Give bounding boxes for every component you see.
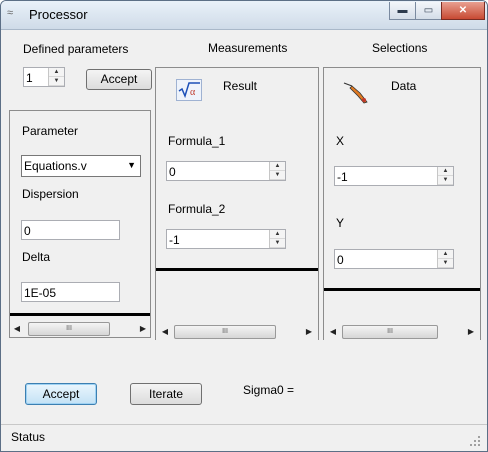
selections-panel: Data X -1 ▲ ▼ Y 0 ▲ ▼ ◀ III ▶ xyxy=(323,67,481,340)
app-icon: ≈ xyxy=(7,7,14,19)
y-label: Y xyxy=(336,216,345,230)
eyedropper-icon xyxy=(343,82,368,104)
spin-up-icon[interactable]: ▲ xyxy=(438,250,453,259)
resize-grip-icon[interactable] xyxy=(469,435,481,447)
processor-window: ≈ Processor ▬ ▭ ✕ Defined parameters Mea… xyxy=(0,0,488,452)
status-text: Status xyxy=(11,430,46,444)
accept-button[interactable]: Accept xyxy=(25,383,97,405)
parameter-label: Parameter xyxy=(22,124,79,138)
spin-down-icon[interactable]: ▼ xyxy=(49,77,64,86)
spin-down-icon[interactable]: ▼ xyxy=(270,239,285,248)
scroll-left-icon[interactable]: ◀ xyxy=(10,320,24,337)
formula-2-value: -1 xyxy=(169,233,180,247)
x-stepper[interactable]: -1 ▲ ▼ xyxy=(334,166,454,186)
selections-horizontal-scrollbar[interactable]: ◀ III ▶ xyxy=(324,323,480,340)
parameter-count-value: 1 xyxy=(26,71,33,85)
parameter-select[interactable]: Equations.v ▼ xyxy=(21,155,141,177)
scroll-right-icon[interactable]: ▶ xyxy=(136,320,150,337)
spin-up-icon[interactable]: ▲ xyxy=(438,167,453,176)
defined-parameters-label: Defined parameters xyxy=(23,42,129,56)
spin-down-icon[interactable]: ▼ xyxy=(438,259,453,268)
svg-text:α: α xyxy=(190,87,196,98)
spin-up-icon[interactable]: ▲ xyxy=(270,230,285,239)
result-label: Result xyxy=(223,79,258,93)
scroll-right-icon[interactable]: ▶ xyxy=(302,323,316,340)
formula-1-value: 0 xyxy=(169,165,176,179)
formula-1-stepper[interactable]: 0 ▲ ▼ xyxy=(166,161,286,181)
spin-up-icon[interactable]: ▲ xyxy=(49,68,64,77)
x-value: -1 xyxy=(337,170,348,184)
spin-down-icon[interactable]: ▼ xyxy=(438,176,453,185)
parameter-panel: Parameter Equations.v ▼ Dispersion 0 Del… xyxy=(9,110,151,338)
sqrt-alpha-icon: α xyxy=(176,79,202,101)
parameter-count-stepper[interactable]: 1 ▲ ▼ xyxy=(23,67,65,87)
panel-divider xyxy=(10,313,150,316)
dispersion-input[interactable]: 0 xyxy=(21,220,120,240)
panel-divider xyxy=(324,288,480,291)
measurements-horizontal-scrollbar[interactable]: ◀ III ▶ xyxy=(156,323,318,340)
window-title: Processor xyxy=(29,7,88,22)
y-spin-buttons[interactable]: ▲ ▼ xyxy=(437,250,453,268)
scroll-thumb[interactable]: III xyxy=(28,322,110,336)
sigma-label: Sigma0 = xyxy=(243,383,295,397)
formula-1-spin-buttons[interactable]: ▲ ▼ xyxy=(269,162,285,180)
selections-header: Selections xyxy=(372,41,428,55)
status-bar: Status xyxy=(1,424,487,451)
data-label: Data xyxy=(391,79,417,93)
panel-divider xyxy=(156,268,318,271)
spin-up-icon[interactable]: ▲ xyxy=(270,162,285,171)
scroll-thumb[interactable]: III xyxy=(342,325,438,339)
count-spin-buttons[interactable]: ▲ ▼ xyxy=(48,68,64,86)
minimize-button[interactable]: ▬ xyxy=(389,2,416,20)
accept-parameters-button[interactable]: Accept xyxy=(86,69,152,90)
x-spin-buttons[interactable]: ▲ ▼ xyxy=(437,167,453,185)
y-stepper[interactable]: 0 ▲ ▼ xyxy=(334,249,454,269)
spin-down-icon[interactable]: ▼ xyxy=(270,171,285,180)
iterate-button[interactable]: Iterate xyxy=(130,383,202,405)
formula-2-stepper[interactable]: -1 ▲ ▼ xyxy=(166,229,286,249)
formula-2-spin-buttons[interactable]: ▲ ▼ xyxy=(269,230,285,248)
measurements-panel: α Result Formula_1 0 ▲ ▼ Formula_2 -1 ▲ ▼ … xyxy=(155,67,319,340)
x-label: X xyxy=(336,134,345,148)
formula-1-label: Formula_1 xyxy=(168,134,226,148)
y-value: 0 xyxy=(337,253,344,267)
scroll-left-icon[interactable]: ◀ xyxy=(158,323,172,340)
dispersion-label: Dispersion xyxy=(22,187,79,201)
measurements-header: Measurements xyxy=(208,41,288,55)
chevron-down-icon[interactable]: ▼ xyxy=(127,160,136,170)
close-button[interactable]: ✕ xyxy=(441,2,485,20)
delta-input[interactable]: 1E-05 xyxy=(21,282,120,302)
scroll-thumb[interactable]: III xyxy=(174,325,276,339)
title-bar[interactable]: ≈ Processor ▬ ▭ ✕ xyxy=(1,1,487,30)
maximize-button[interactable]: ▭ xyxy=(415,2,442,20)
parameter-selected-value: Equations.v xyxy=(24,159,87,173)
scroll-right-icon[interactable]: ▶ xyxy=(464,323,478,340)
scroll-left-icon[interactable]: ◀ xyxy=(326,323,340,340)
left-horizontal-scrollbar[interactable]: ◀ III ▶ xyxy=(10,320,150,337)
delta-label: Delta xyxy=(22,250,51,264)
formula-2-label: Formula_2 xyxy=(168,202,226,216)
